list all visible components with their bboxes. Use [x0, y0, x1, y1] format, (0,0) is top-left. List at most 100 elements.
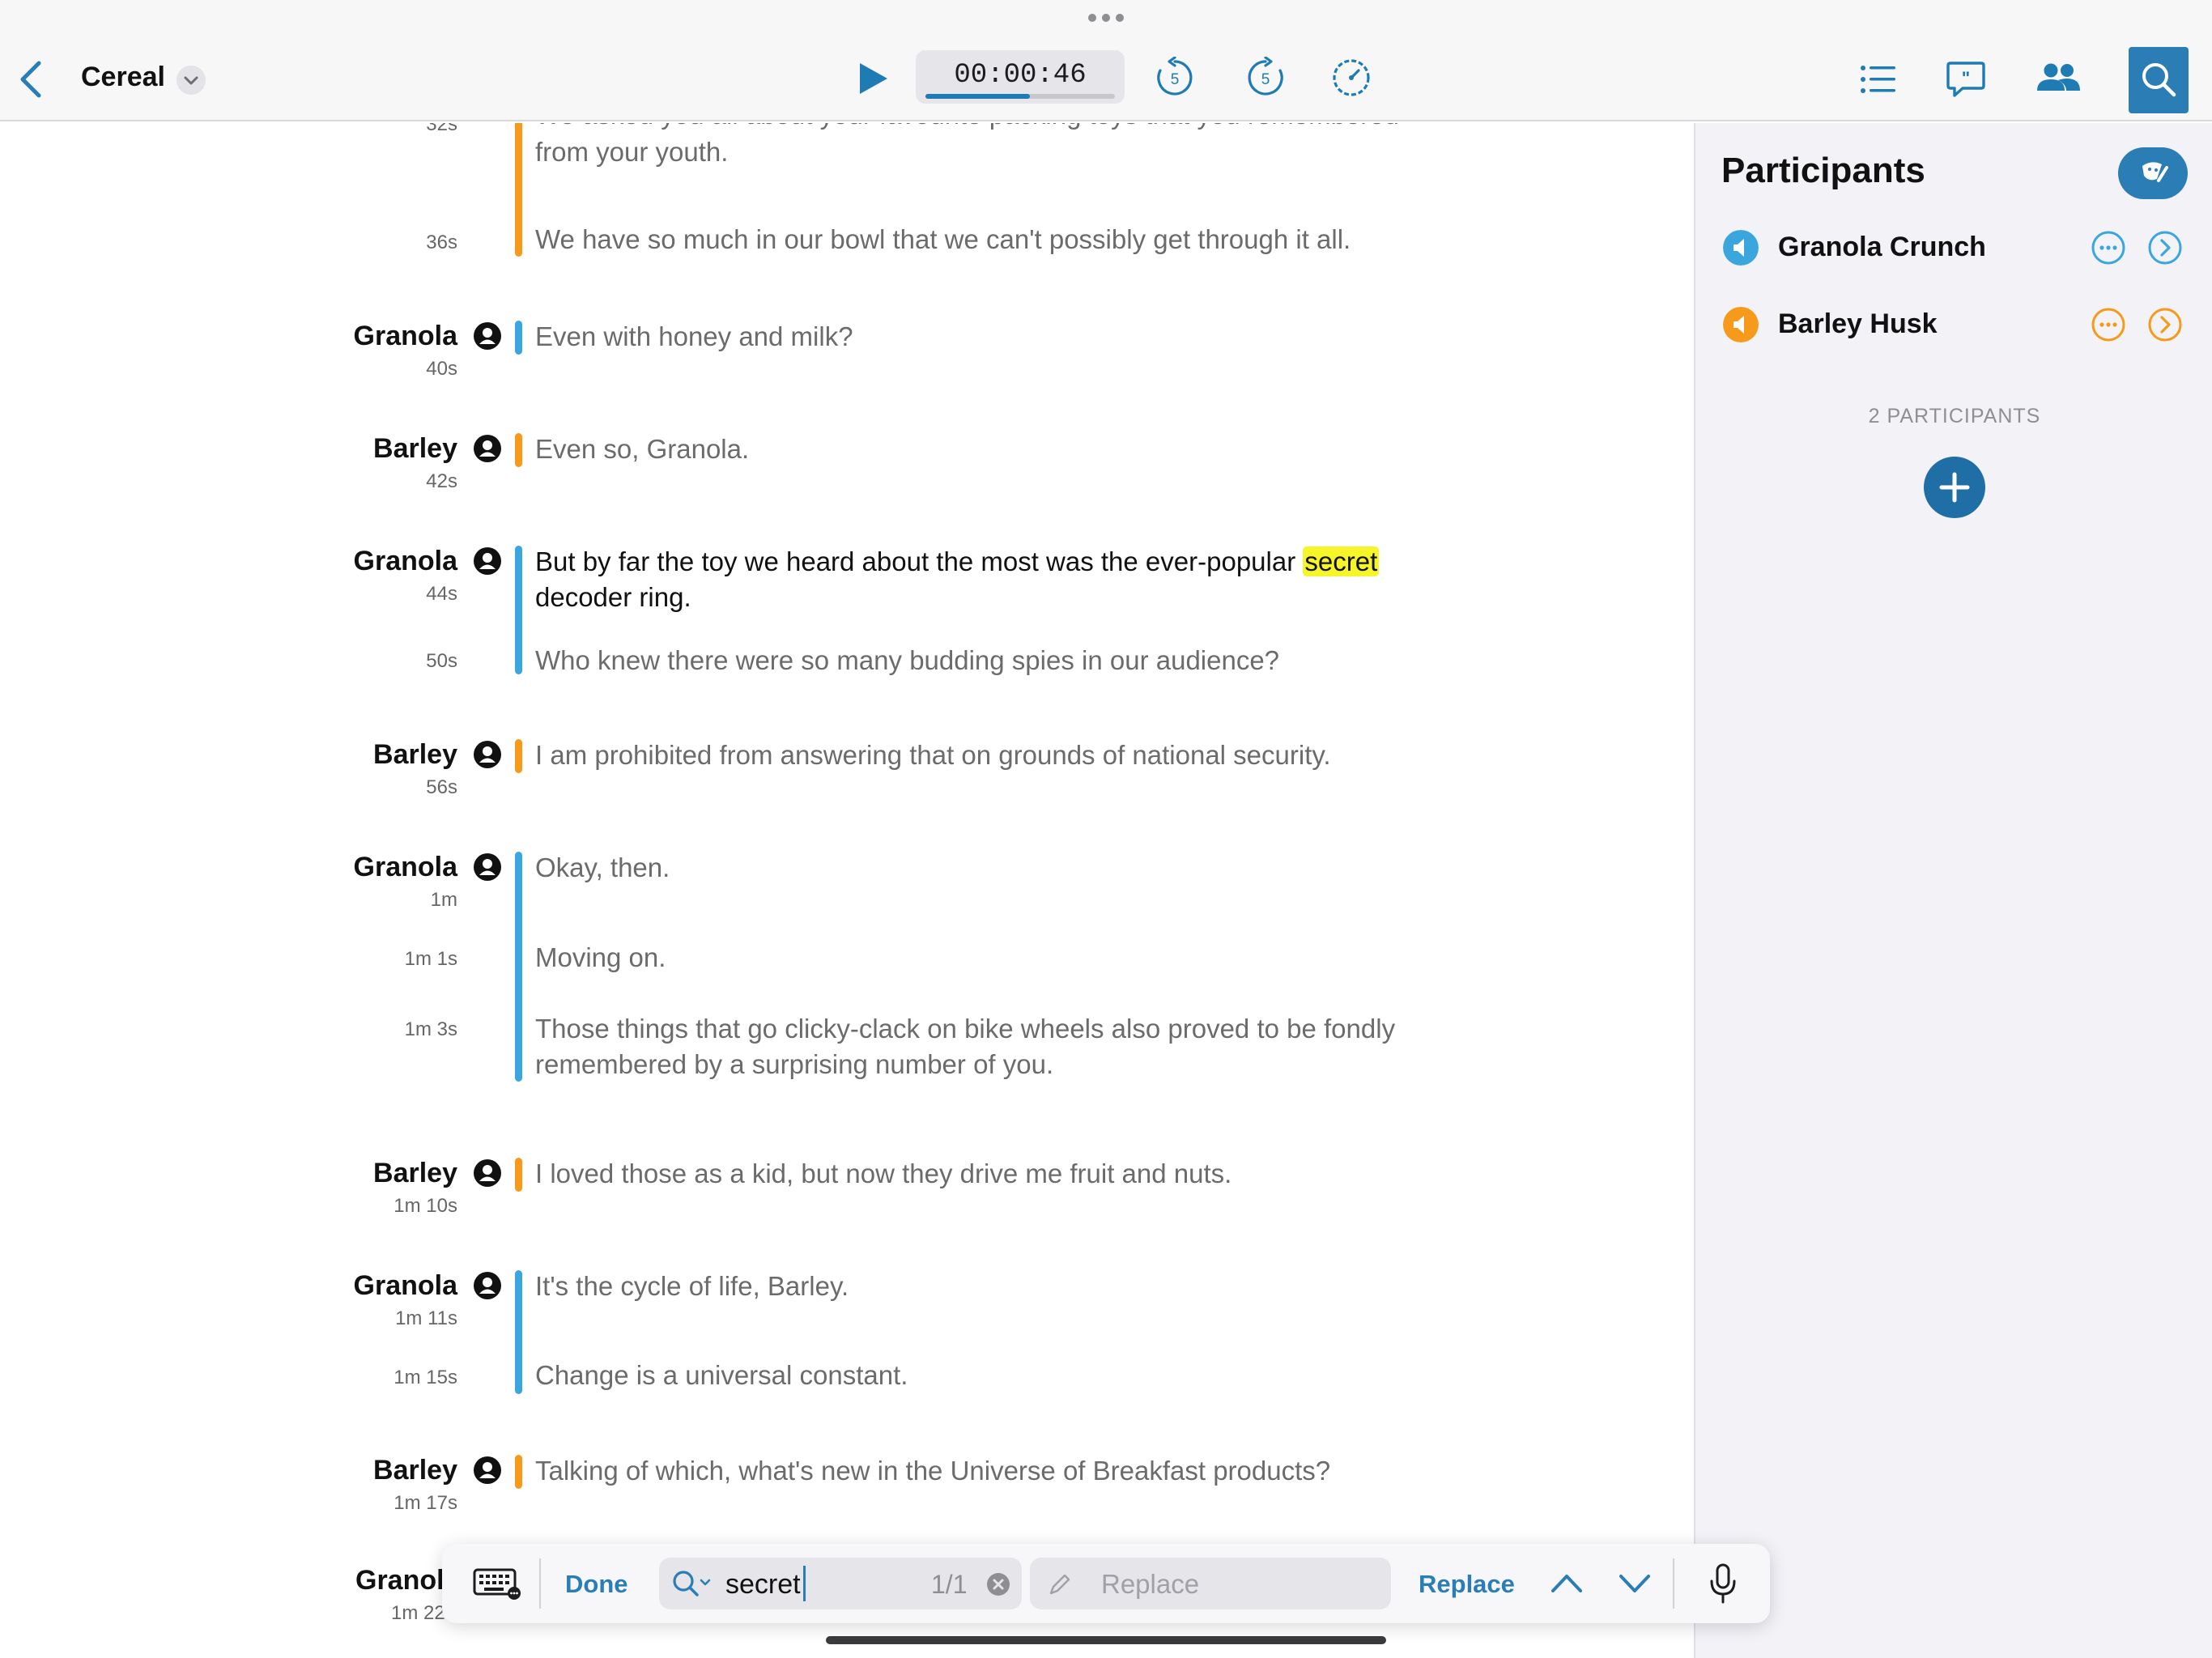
chevron-down-icon[interactable] — [1616, 1565, 1653, 1602]
timestamp[interactable]: 1m 3s — [405, 1018, 457, 1041]
timestamp[interactable]: 1m — [431, 889, 457, 912]
timestamp[interactable]: 50s — [426, 650, 457, 673]
chevron-up-icon[interactable] — [1548, 1565, 1585, 1602]
transcript-view[interactable]: 32s We asked you all about your favourit… — [0, 123, 1692, 1658]
add-participant-button[interactable] — [1924, 457, 1985, 518]
search-options-icon[interactable] — [670, 1568, 713, 1599]
playback-progress-fill — [925, 94, 1030, 99]
search-toggle-button[interactable] — [2129, 47, 2189, 113]
document-title[interactable]: Cereal — [81, 62, 165, 93]
timestamp[interactable]: 36s — [426, 232, 457, 254]
toolbar: Cereal 00:00:46 5 5 " — [0, 0, 2212, 121]
divider — [1673, 1558, 1674, 1609]
clear-search-icon[interactable] — [986, 1572, 1010, 1596]
quote-bubble-icon[interactable]: " — [1945, 58, 1987, 100]
person-icon[interactable] — [473, 852, 502, 882]
find-field[interactable]: secret 1/1 — [659, 1558, 1022, 1609]
person-icon[interactable] — [473, 321, 502, 351]
segment-bar-barley — [515, 739, 522, 773]
transcript-line[interactable]: We have so much in our bowl that we can'… — [535, 222, 1458, 257]
person-icon[interactable] — [473, 1158, 502, 1188]
timestamp[interactable]: 1m 11s — [395, 1307, 457, 1330]
playback-progress-track[interactable] — [925, 94, 1115, 99]
transcript-line[interactable]: Change is a universal constant. — [535, 1358, 1458, 1393]
replace-field[interactable]: Replace — [1030, 1558, 1391, 1609]
transcript-line[interactable]: We asked you all about your favourite pa… — [535, 123, 1458, 133]
done-button[interactable]: Done — [565, 1570, 628, 1599]
speaker-name[interactable]: Granola — [354, 1270, 457, 1302]
speaker-name[interactable]: Barley — [373, 1455, 457, 1486]
replace-placeholder: Replace — [1101, 1569, 1200, 1599]
speaker-name[interactable]: Granola — [354, 546, 457, 577]
skip-forward-5-icon[interactable]: 5 — [1244, 57, 1287, 99]
edit-speakers-icon — [2142, 162, 2168, 182]
back-chevron-icon[interactable] — [11, 53, 52, 105]
timestamp[interactable]: 40s — [426, 358, 457, 380]
person-icon[interactable] — [473, 1456, 502, 1485]
transcript-line[interactable]: Moving on. — [535, 940, 1458, 976]
search-match-highlight[interactable]: secret — [1303, 546, 1380, 576]
speaker-name[interactable]: Granola — [354, 321, 457, 352]
speaker-name[interactable]: Granola — [354, 852, 457, 883]
home-indicator[interactable] — [826, 1636, 1386, 1644]
playback-speed-icon[interactable] — [1330, 57, 1372, 99]
segment-bar-granola — [515, 321, 522, 355]
transcript-line[interactable]: I am prohibited from answering that on g… — [535, 738, 1458, 773]
person-icon[interactable] — [473, 740, 502, 769]
transcript-line[interactable]: Even so, Granola. — [535, 432, 1458, 467]
timestamp[interactable]: 44s — [426, 583, 457, 606]
skip-back-5-icon[interactable]: 5 — [1154, 57, 1196, 99]
timestamp[interactable]: 1m 17s — [393, 1492, 457, 1515]
chevron-down-icon[interactable] — [177, 66, 206, 95]
participant-name: Granola Crunch — [1778, 232, 1986, 262]
transcript-line[interactable]: Who knew there were so many budding spie… — [535, 643, 1458, 678]
playback-time-display[interactable]: 00:00:46 — [916, 50, 1125, 104]
transcript-line[interactable]: from your youth. — [535, 134, 1458, 170]
speaker-audio-icon[interactable] — [1723, 307, 1759, 342]
timestamp[interactable]: 1m 15s — [393, 1367, 457, 1389]
chevron-right-circle-icon[interactable] — [2147, 230, 2183, 266]
timestamp[interactable]: 42s — [426, 470, 457, 493]
transcript-line[interactable]: It's the cycle of life, Barley. — [535, 1269, 1458, 1304]
keyboard-icon[interactable] — [473, 1567, 521, 1601]
svg-text:5: 5 — [1261, 71, 1270, 88]
transcript-line[interactable]: Okay, then. — [535, 850, 1458, 886]
timestamp[interactable]: 1m 22 — [391, 1602, 445, 1625]
chevron-right-circle-icon[interactable] — [2147, 307, 2183, 342]
transcript-line[interactable]: Talking of which, what's new in the Univ… — [535, 1453, 1458, 1489]
transcript-line-active[interactable]: decoder ring. — [535, 580, 1458, 615]
people-icon[interactable] — [2034, 58, 2082, 100]
speaker-name[interactable]: Barley — [373, 433, 457, 465]
list-icon[interactable] — [1857, 58, 1899, 100]
timestamp[interactable]: 32s — [426, 123, 457, 136]
segment-bar-barley — [515, 433, 522, 467]
person-icon[interactable] — [473, 434, 502, 463]
transcript-line[interactable]: Even with honey and milk? — [535, 319, 1458, 355]
play-icon[interactable] — [850, 57, 894, 100]
microphone-icon[interactable] — [1705, 1562, 1741, 1605]
replace-button[interactable]: Replace — [1419, 1570, 1515, 1599]
more-options-icon[interactable] — [2091, 307, 2126, 342]
participant-row[interactable]: Barley Husk — [1695, 295, 2212, 352]
timestamp[interactable]: 1m 10s — [393, 1195, 457, 1218]
timestamp[interactable]: 56s — [426, 776, 457, 799]
timestamp[interactable]: 1m 1s — [405, 948, 457, 971]
transcript-line[interactable]: remembered by a surprising number of you… — [535, 1047, 1458, 1082]
speaker-name[interactable]: Barley — [373, 739, 457, 771]
person-icon[interactable] — [473, 1271, 502, 1300]
transcript-line[interactable]: I loved those as a kid, but now they dri… — [535, 1156, 1458, 1192]
pencil-icon — [1049, 1574, 1070, 1595]
segment-bar-granola — [515, 852, 522, 1082]
person-icon[interactable] — [473, 546, 502, 576]
speaker-audio-icon[interactable] — [1723, 230, 1759, 266]
app-window: Cereal 00:00:46 5 5 " 32s from your yout… — [0, 0, 2212, 1658]
multitasking-grabber[interactable] — [1088, 12, 1124, 23]
transcript-line-active[interactable]: But by far the toy we heard about the mo… — [535, 544, 1458, 580]
participant-row[interactable]: Granola Crunch — [1695, 219, 2212, 275]
speaker-name[interactable]: Barley — [373, 1158, 457, 1189]
speaker-name[interactable]: Granol — [355, 1565, 445, 1596]
transcript-line[interactable]: Those things that go clicky-clack on bik… — [535, 1011, 1458, 1047]
more-options-icon[interactable] — [2091, 230, 2126, 266]
edit-participants-button[interactable] — [2118, 147, 2188, 199]
panel-title: Participants — [1721, 151, 1925, 190]
